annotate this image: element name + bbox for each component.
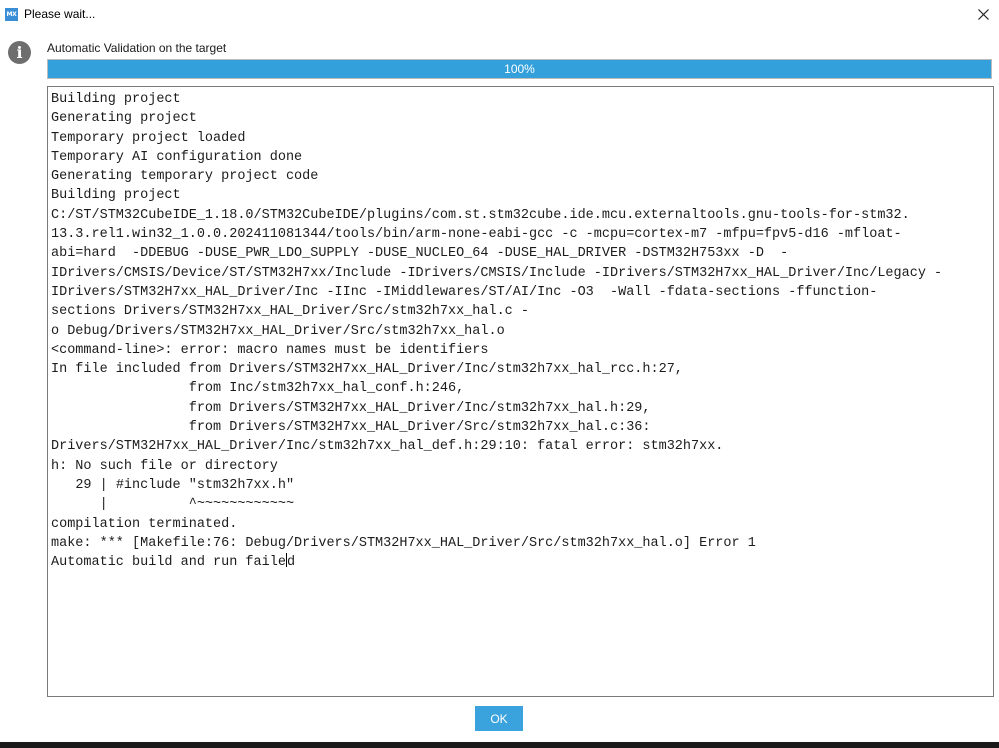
log-line: make: *** [Makefile:76: Debug/Drivers/ST… bbox=[51, 536, 756, 551]
log-line: Automatic build and run failed bbox=[51, 555, 295, 570]
log-line: In file included from Drivers/STM32H7xx_… bbox=[51, 362, 683, 377]
log-line: h: No such file or directory bbox=[51, 459, 278, 474]
log-line: from Drivers/STM32H7xx_HAL_Driver/Src/st… bbox=[51, 420, 651, 435]
log-line: Temporary project loaded bbox=[51, 131, 245, 146]
log-line: Temporary AI configuration done bbox=[51, 150, 302, 165]
taskbar-edge bbox=[0, 742, 999, 748]
log-line: IDrivers/CMSIS/Device/ST/STM32H7xx/Inclu… bbox=[51, 266, 942, 281]
info-icon: i bbox=[8, 41, 31, 64]
please-wait-dialog: MX Please wait... i Automatic Validation… bbox=[0, 0, 999, 748]
log-line: Drivers/STM32H7xx_HAL_Driver/Inc/stm32h7… bbox=[51, 439, 723, 454]
log-line: Building project bbox=[51, 92, 181, 107]
log-line: Generating temporary project code bbox=[51, 169, 318, 184]
window-title: Please wait... bbox=[24, 7, 95, 21]
log-line: o Debug/Drivers/STM32H7xx_HAL_Driver/Src… bbox=[51, 324, 505, 339]
close-icon bbox=[978, 9, 989, 20]
ok-button[interactable]: OK bbox=[475, 706, 523, 731]
log-line: sections Drivers/STM32H7xx_HAL_Driver/Sr… bbox=[51, 304, 529, 319]
log-line: compilation terminated. bbox=[51, 517, 237, 532]
text-caret bbox=[286, 553, 287, 567]
close-button[interactable] bbox=[968, 0, 999, 30]
progress-bar: 100% bbox=[47, 59, 992, 79]
log-line: 29 | #include "stm32h7xx.h" bbox=[51, 478, 294, 493]
log-line: from Inc/stm32h7xx_hal_conf.h:246, bbox=[51, 381, 464, 396]
validation-description: Automatic Validation on the target bbox=[47, 41, 226, 55]
build-log-textarea[interactable]: Building project Generating project Temp… bbox=[47, 86, 994, 697]
log-line: 13.3.rel1.win32_1.0.0.202411081344/tools… bbox=[51, 227, 902, 242]
log-line: Building project bbox=[51, 188, 181, 203]
log-line: from Drivers/STM32H7xx_HAL_Driver/Inc/st… bbox=[51, 401, 651, 416]
log-line: Generating project bbox=[51, 111, 197, 126]
log-line: | ^~~~~~~~~~~~~ bbox=[51, 497, 294, 512]
stm32cubemx-app-icon: MX bbox=[5, 8, 18, 21]
progress-percent-label: 100% bbox=[48, 60, 991, 78]
log-line: C:/ST/STM32CubeIDE_1.18.0/STM32CubeIDE/p… bbox=[51, 208, 910, 223]
log-line: abi=hard -DDEBUG -DUSE_PWR_LDO_SUPPLY -D… bbox=[51, 246, 788, 261]
title-bar[interactable]: MX Please wait... bbox=[0, 0, 999, 30]
build-log-text: Building project Generating project Temp… bbox=[48, 87, 993, 572]
log-line: <command-line>: error: macro names must … bbox=[51, 343, 488, 358]
log-line: IDrivers/STM32H7xx_HAL_Driver/Inc -IInc … bbox=[51, 285, 877, 300]
